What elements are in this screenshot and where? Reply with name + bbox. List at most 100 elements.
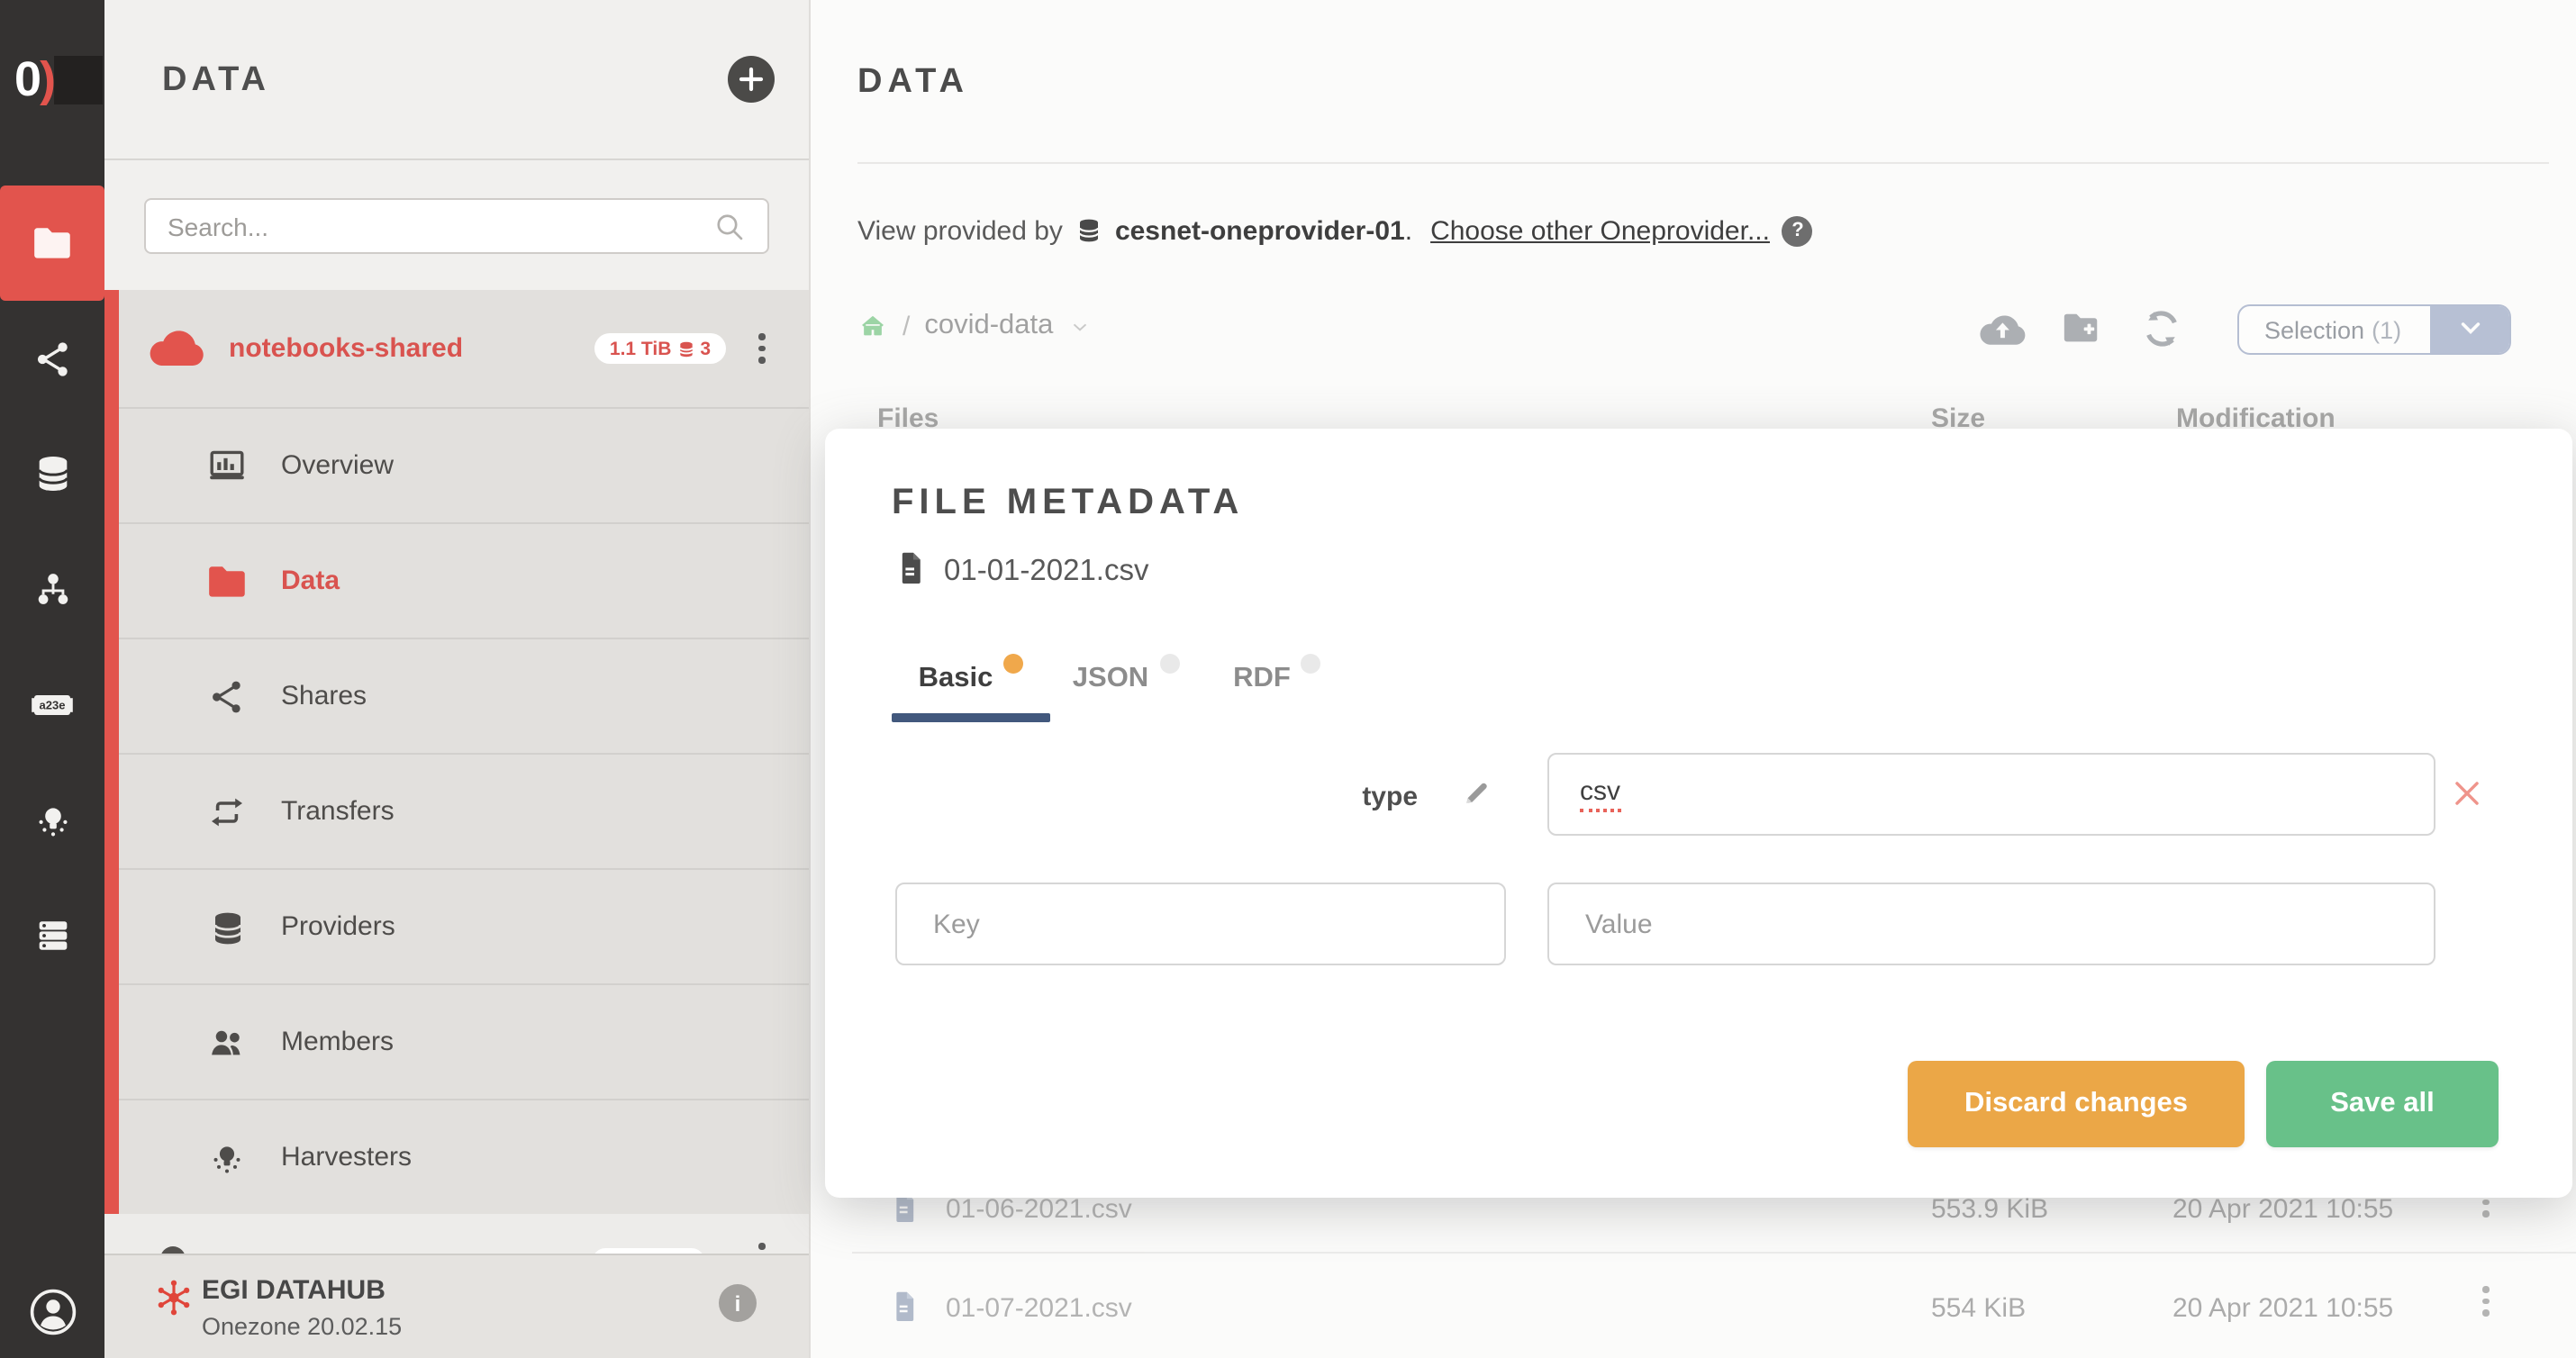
sidebar-search-area xyxy=(104,160,809,290)
egi-star-icon xyxy=(151,1275,196,1320)
share-icon xyxy=(204,675,250,719)
rail-item-groups[interactable] xyxy=(0,531,104,647)
new-folder-icon[interactable] xyxy=(2059,308,2104,349)
space-usage-badge: 1.1 TiB 3 xyxy=(594,333,726,364)
new-key-input[interactable] xyxy=(895,883,1506,965)
harvester-icon xyxy=(204,1136,250,1180)
home-icon[interactable] xyxy=(857,312,888,340)
tab-rdf[interactable]: RDF xyxy=(1225,663,1329,695)
tab-basic-label: Basic xyxy=(919,663,993,693)
mini-database-icon xyxy=(676,338,694,359)
row-divider xyxy=(852,1252,2576,1254)
rail-item-data[interactable] xyxy=(0,186,104,301)
selection-text: Selection xyxy=(2264,317,2364,344)
folder-icon xyxy=(204,560,250,603)
footer-brand: EGI DATAHUB xyxy=(202,1275,385,1306)
metadata-value-field[interactable]: csv xyxy=(1547,753,2435,836)
sidebar-item-data[interactable]: Data xyxy=(104,522,809,638)
rail-item-providers[interactable] xyxy=(0,416,104,531)
space-menu-dots[interactable] xyxy=(758,333,765,363)
discard-changes-button[interactable]: Discard changes xyxy=(1908,1061,2245,1147)
file-modified: 20 Apr 2021 10:55 xyxy=(2172,1194,2393,1225)
info-icon[interactable]: i xyxy=(719,1284,757,1322)
sidebar-item-space[interactable]: notebooks-shared 1.1 TiB 3 xyxy=(104,290,809,407)
tab-rdf-status-dot xyxy=(1302,654,1321,674)
space-provider-count: 3 xyxy=(700,338,711,359)
sidebar-header: DATA xyxy=(104,0,809,160)
menu-label-overview: Overview xyxy=(281,450,394,481)
row-menu-dots[interactable] xyxy=(2482,1286,2489,1316)
share-icon xyxy=(32,338,73,379)
save-all-button[interactable]: Save all xyxy=(2266,1061,2499,1147)
file-size: 554 KiB xyxy=(1931,1293,2026,1324)
space-icon-partial xyxy=(160,1246,186,1254)
metadata-key-label: type xyxy=(895,782,1418,812)
sidebar-item-providers[interactable]: Providers xyxy=(104,868,809,983)
sidebar-item-shares[interactable]: Shares xyxy=(104,638,809,753)
database-icon xyxy=(32,452,73,495)
tab-basic[interactable]: Basic xyxy=(892,663,1050,695)
transfers-icon xyxy=(204,791,250,834)
edit-pencil-icon[interactable] xyxy=(1461,776,1493,809)
refresh-icon[interactable] xyxy=(2140,306,2183,351)
selection-dropdown-button[interactable]: Selection (1) xyxy=(2237,304,2511,355)
app-window: 0) a23e xyxy=(0,0,2576,1358)
logo-backdrop xyxy=(54,56,103,104)
selection-caret-segment[interactable] xyxy=(2430,306,2509,353)
remove-entry-icon[interactable] xyxy=(2452,778,2482,809)
logo-paren: ) xyxy=(40,52,54,106)
harvester-icon xyxy=(32,799,73,840)
chevron-down-icon[interactable] xyxy=(1067,314,1091,338)
sidebar-item-members[interactable]: Members xyxy=(104,983,809,1099)
sidebar-item-next-space-partial[interactable] xyxy=(104,1214,809,1254)
user-avatar-icon xyxy=(28,1287,77,1335)
selection-count: (1) xyxy=(2372,317,2401,344)
rail-item-account[interactable] xyxy=(0,1279,104,1344)
space-menu-dots xyxy=(758,1243,765,1254)
breadcrumb-separator: / xyxy=(903,311,910,341)
space-name: notebooks-shared xyxy=(229,333,463,364)
members-icon xyxy=(204,1021,250,1064)
active-space-accent-bar xyxy=(104,290,119,1214)
upload-icon[interactable] xyxy=(1978,306,2027,349)
token-icon: a23e xyxy=(29,683,76,726)
menu-label-shares: Shares xyxy=(281,681,367,711)
sidebar: DATA notebooks-shared 1.1 TiB xyxy=(104,0,811,1358)
rail-item-clusters[interactable] xyxy=(0,877,104,992)
sidebar-item-transfers[interactable]: Transfers xyxy=(104,753,809,868)
menu-label-providers: Providers xyxy=(281,911,395,942)
onedata-logo[interactable]: 0) xyxy=(0,50,104,112)
rail-item-tokens[interactable]: a23e xyxy=(0,647,104,762)
logo-letter-o: 0 xyxy=(14,52,40,106)
tab-json[interactable]: JSON xyxy=(1066,663,1185,695)
space-size: 1.1 TiB xyxy=(610,338,672,359)
search-input[interactable] xyxy=(144,198,769,254)
space-menu-block: notebooks-shared 1.1 TiB 3 Overview xyxy=(104,290,809,1214)
logo-text: 0) xyxy=(14,50,54,110)
rail-item-harvesters[interactable] xyxy=(0,762,104,877)
tab-rdf-label: RDF xyxy=(1233,663,1291,693)
sidebar-title: DATA xyxy=(162,61,270,101)
rail-item-shares[interactable] xyxy=(0,301,104,416)
file-icon xyxy=(890,1288,921,1326)
file-modified: 20 Apr 2021 10:55 xyxy=(2172,1293,2393,1324)
sidebar-footer: EGI DATAHUB Onezone 20.02.15 i xyxy=(104,1254,809,1358)
primary-nav-rail: 0) a23e xyxy=(0,0,104,1358)
cloud-space-icon xyxy=(148,328,205,369)
tab-json-status-dot xyxy=(1159,654,1179,674)
sidebar-item-harvesters[interactable]: Harvesters xyxy=(104,1099,809,1214)
file-metadata-modal: FILE METADATA 01-01-2021.csv Basic JSON … xyxy=(825,429,2572,1198)
breadcrumb-current-dir[interactable]: covid-data xyxy=(924,310,1053,342)
footer-version: Onezone 20.02.15 xyxy=(202,1313,402,1340)
plus-icon xyxy=(739,67,764,92)
file-name: 01-06-2021.csv xyxy=(946,1194,1132,1225)
selection-label: Selection (1) xyxy=(2264,317,2401,344)
sidebar-item-overview[interactable]: Overview xyxy=(104,407,809,522)
database-icon xyxy=(204,906,250,949)
menu-label-transfers: Transfers xyxy=(281,796,395,827)
org-tree-icon xyxy=(32,568,73,610)
add-space-button[interactable] xyxy=(728,56,775,103)
svg-text:a23e: a23e xyxy=(40,699,66,712)
file-size: 553.9 KiB xyxy=(1931,1194,2048,1225)
new-value-input[interactable] xyxy=(1547,883,2435,965)
